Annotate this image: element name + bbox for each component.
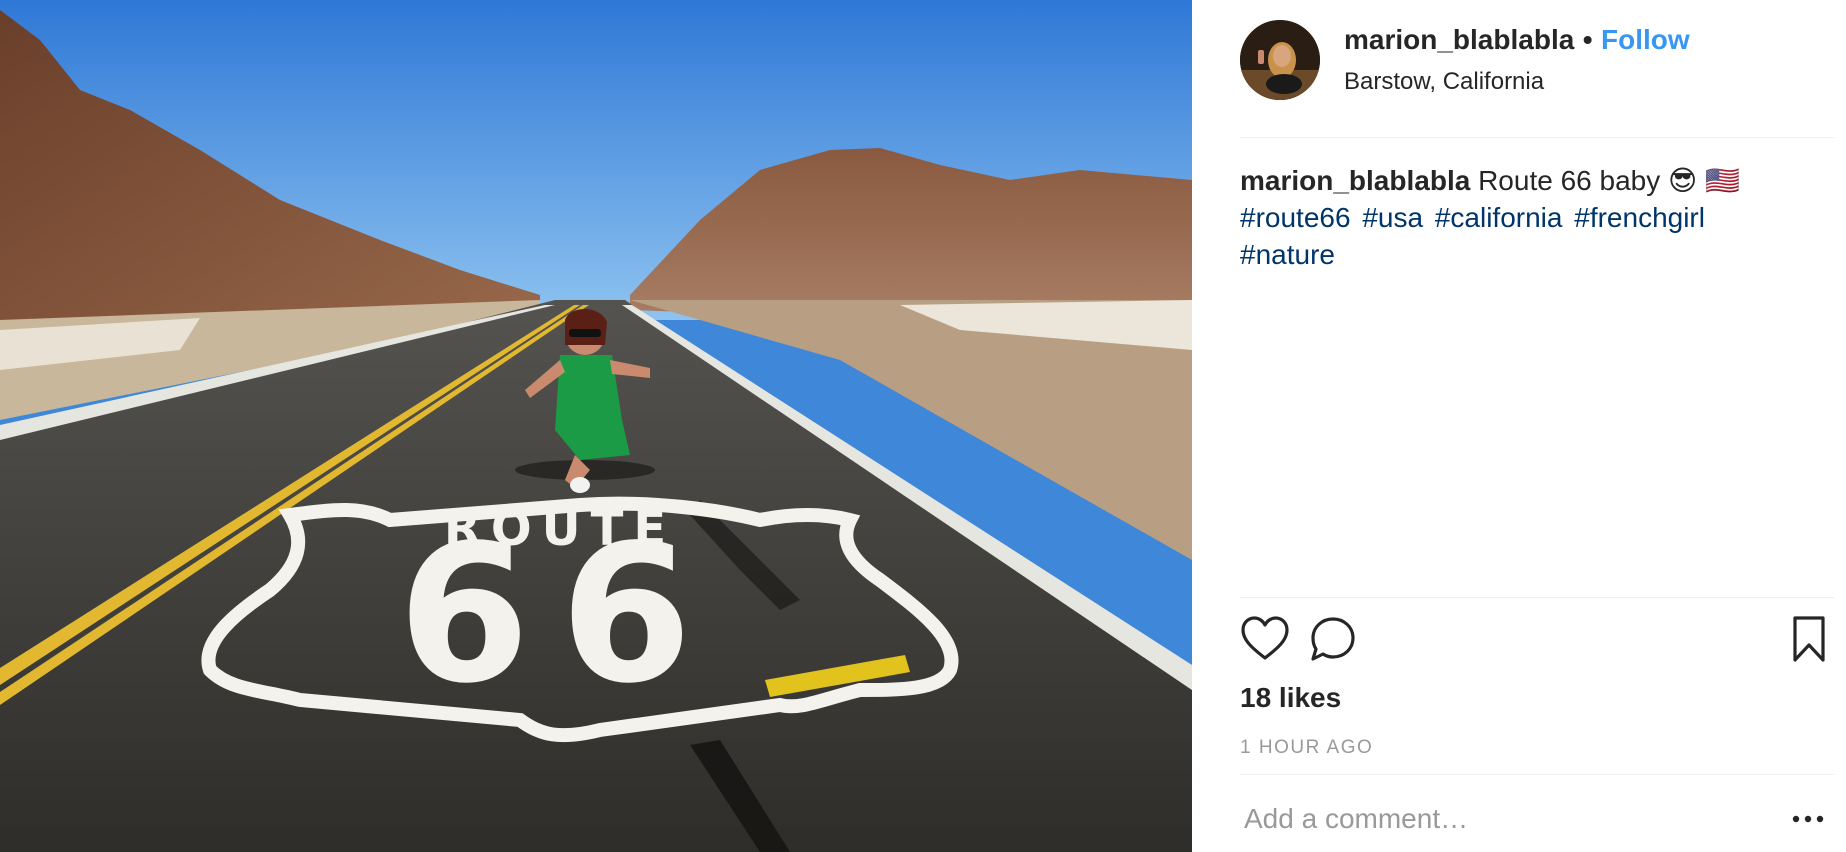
caption-text: Route 66 baby 😎 🇺🇸 (1478, 165, 1740, 196)
post-side-panel: marion_blablabla • Follow Barstow, Calif… (1192, 0, 1846, 852)
avatar-image (1240, 20, 1320, 100)
route-66-photo-illustration: ROUTE 66 (0, 0, 1192, 852)
hashtag-link[interactable]: #nature (1240, 239, 1335, 270)
speech-bubble-icon[interactable] (1308, 614, 1358, 664)
bookmark-icon[interactable] (1784, 614, 1834, 664)
actions-divider (1240, 597, 1834, 598)
avatar[interactable] (1240, 20, 1320, 100)
follow-button[interactable]: Follow (1601, 24, 1690, 55)
header-text: marion_blablabla • Follow Barstow, Calif… (1344, 24, 1690, 96)
hashtag-link[interactable]: #california (1435, 202, 1563, 233)
post-timestamp[interactable]: 1 HOUR AGO (1240, 737, 1373, 759)
hashtag-link[interactable]: #route66 (1240, 202, 1351, 233)
location-link[interactable]: Barstow, California (1344, 68, 1690, 96)
shield-number: 66 (398, 504, 722, 725)
more-dots-icon[interactable] (1788, 809, 1828, 829)
post-actions (1240, 614, 1834, 670)
comment-row (1240, 774, 1834, 852)
hashtag-link[interactable]: #usa (1362, 202, 1423, 233)
heart-outline-icon[interactable] (1240, 614, 1290, 664)
header-username[interactable]: marion_blablabla (1344, 24, 1574, 55)
comment-input[interactable] (1244, 803, 1724, 835)
likes-count[interactable]: 18 likes (1240, 682, 1341, 714)
header-separator: • (1582, 24, 1593, 55)
hashtag-link[interactable]: #frenchgirl (1574, 202, 1705, 233)
post-caption: marion_blablabla Route 66 baby 😎 🇺🇸 #rou… (1240, 162, 1800, 273)
post-photo[interactable]: ROUTE 66 (0, 0, 1192, 852)
caption-username[interactable]: marion_blablabla (1240, 165, 1470, 196)
